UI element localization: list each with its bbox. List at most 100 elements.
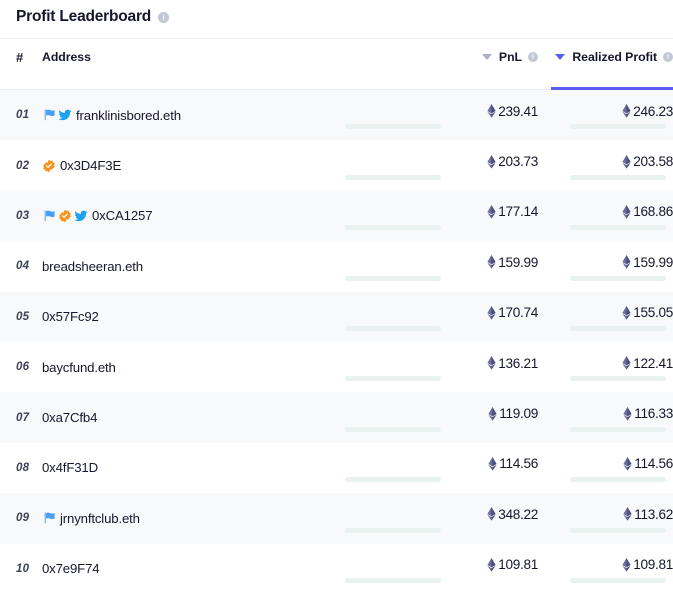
pnl-value: 159.99 — [487, 255, 538, 270]
row-pnl-cell: 239.41 — [343, 90, 552, 140]
row-address[interactable]: 0x57Fc92 — [42, 292, 343, 342]
pnl-amount: 203.73 — [498, 154, 538, 170]
table-header-row: # Address PnL Realized Profit — [0, 38, 673, 90]
ethereum-icon — [622, 204, 631, 219]
pnl-progress-track — [345, 325, 441, 331]
row-realized-profit-cell: 159.99 — [552, 241, 673, 291]
column-header-realized-profit[interactable]: Realized Profit — [552, 39, 673, 89]
row-pnl-cell: 348.22 — [343, 493, 552, 543]
table-row[interactable]: 05 0x57Fc92 170.74 155.05 — [0, 291, 673, 342]
twitter-icon — [74, 210, 88, 222]
address-label: baycfund.eth — [42, 359, 116, 375]
ethereum-icon — [487, 305, 496, 320]
pnl-progress-track — [345, 477, 441, 483]
pnl-progress-track — [345, 577, 441, 583]
ethereum-icon — [487, 154, 496, 169]
pnl-amount: 136.21 — [498, 355, 538, 371]
row-realized-profit-cell: 113.62 — [552, 493, 673, 543]
table-row[interactable]: 08 0x4fF31D 114.56 114.56 — [0, 442, 673, 494]
realized-progress-track — [570, 577, 666, 583]
row-rank: 07 — [16, 411, 30, 424]
table-row[interactable]: 01 franklinisbored.eth 239.41 246.23 — [0, 90, 673, 141]
flag-icon — [44, 109, 55, 121]
ethereum-icon — [623, 456, 632, 471]
row-realized-profit-cell: 122.41 — [552, 342, 673, 392]
table-row[interactable]: 06 baycfund.eth 136.21 122.41 — [0, 341, 673, 393]
realized-profit-value: 168.86 — [622, 204, 673, 219]
column-header-pnl-label: PnL — [498, 50, 522, 64]
realized-profit-value: 203.58 — [622, 154, 673, 169]
row-address[interactable]: 0xa7Cfb4 — [42, 392, 343, 442]
ethereum-icon — [488, 406, 497, 421]
address-label: jrnynftclub.eth — [60, 510, 140, 526]
pnl-amount: 119.09 — [499, 406, 538, 422]
table-row[interactable]: 07 0xa7Cfb4 119.09 116.33 — [0, 392, 673, 443]
realized-profit-amount: 114.56 — [634, 456, 673, 472]
row-address[interactable]: baycfund.eth — [42, 342, 343, 392]
table-row[interactable]: 09 jrnynftclub.eth 348.22 113.62 — [0, 493, 673, 544]
pnl-value: 203.73 — [487, 154, 538, 169]
sort-caret-down-icon[interactable] — [481, 54, 492, 60]
row-pnl-cell: 119.09 — [343, 392, 552, 442]
address-badges — [42, 511, 56, 525]
column-header-rank: # — [0, 39, 42, 89]
row-address[interactable]: breadsheeran.eth — [42, 241, 343, 291]
address-label: 0x3D4F3E — [60, 158, 122, 174]
pnl-progress-track — [345, 275, 441, 281]
sort-caret-down-active-icon[interactable] — [555, 54, 566, 60]
pnl-value: 136.21 — [487, 356, 538, 371]
address-label: 0xa7Cfb4 — [42, 410, 98, 426]
ethereum-icon — [622, 255, 631, 269]
realized-profit-amount: 116.33 — [634, 406, 673, 422]
ethereum-icon — [487, 104, 496, 118]
pnl-amount: 239.41 — [498, 103, 538, 119]
realized-profit-value: 109.81 — [622, 557, 673, 572]
realized-profit-amount: 122.41 — [633, 355, 673, 371]
row-rank: 01 — [16, 109, 30, 122]
realized-progress-track — [570, 426, 666, 432]
realized-profit-info-icon[interactable] — [663, 52, 673, 62]
realized-progress-track — [570, 376, 666, 382]
row-address[interactable]: 0x7e9F74 — [42, 544, 343, 594]
info-icon[interactable] — [158, 11, 170, 23]
realized-progress-track — [570, 477, 666, 483]
realized-profit-amount: 109.81 — [633, 557, 673, 573]
table-row[interactable]: 03 0xCA1257 177.14 168.86 — [0, 190, 673, 242]
realized-profit-value: 159.99 — [622, 255, 673, 270]
address-badges — [42, 209, 88, 223]
address-label: breadsheeran.eth — [42, 258, 143, 274]
pnl-info-icon[interactable] — [528, 52, 538, 62]
realized-profit-amount: 159.99 — [633, 254, 673, 270]
pnl-progress-track — [345, 376, 441, 382]
table-row[interactable]: 10 0x7e9F74 109.81 109.81 — [0, 543, 673, 594]
table-row[interactable]: 04 breadsheeran.eth 159.99 159.99 — [0, 241, 673, 292]
row-address[interactable]: 0xCA1257 — [42, 191, 343, 241]
ethereum-icon — [487, 204, 496, 219]
realized-profit-amount: 246.23 — [633, 103, 673, 119]
pnl-amount: 348.22 — [498, 506, 538, 522]
row-address[interactable]: jrnynftclub.eth — [42, 493, 343, 543]
row-rank: 02 — [16, 159, 30, 172]
realized-profit-value: 116.33 — [623, 406, 673, 421]
row-pnl-cell: 159.99 — [343, 241, 552, 291]
row-pnl-cell: 203.73 — [343, 140, 552, 190]
row-address[interactable]: franklinisbored.eth — [42, 90, 343, 140]
realized-profit-value: 114.56 — [623, 456, 673, 471]
realized-profit-value: 122.41 — [622, 356, 673, 371]
realized-progress-track — [570, 174, 666, 180]
pnl-value: 109.81 — [487, 557, 538, 572]
address-badges — [42, 108, 72, 122]
row-address[interactable]: 0x3D4F3E — [42, 140, 343, 190]
pnl-value: 119.09 — [488, 406, 538, 421]
leaderboard-table: # Address PnL Realized Profit 01 franklin… — [0, 38, 673, 594]
realized-profit-amount: 113.62 — [634, 506, 673, 522]
row-address[interactable]: 0x4fF31D — [42, 443, 343, 493]
pnl-progress-track — [345, 174, 441, 180]
table-row[interactable]: 02 0x3D4F3E 203.73 203.58 — [0, 140, 673, 191]
column-header-pnl[interactable]: PnL — [343, 39, 552, 89]
pnl-value: 348.22 — [487, 507, 538, 522]
ethereum-icon — [487, 356, 496, 370]
pnl-amount: 177.14 — [498, 204, 538, 220]
address-label: 0x7e9F74 — [42, 561, 100, 577]
flag-icon — [44, 512, 55, 524]
